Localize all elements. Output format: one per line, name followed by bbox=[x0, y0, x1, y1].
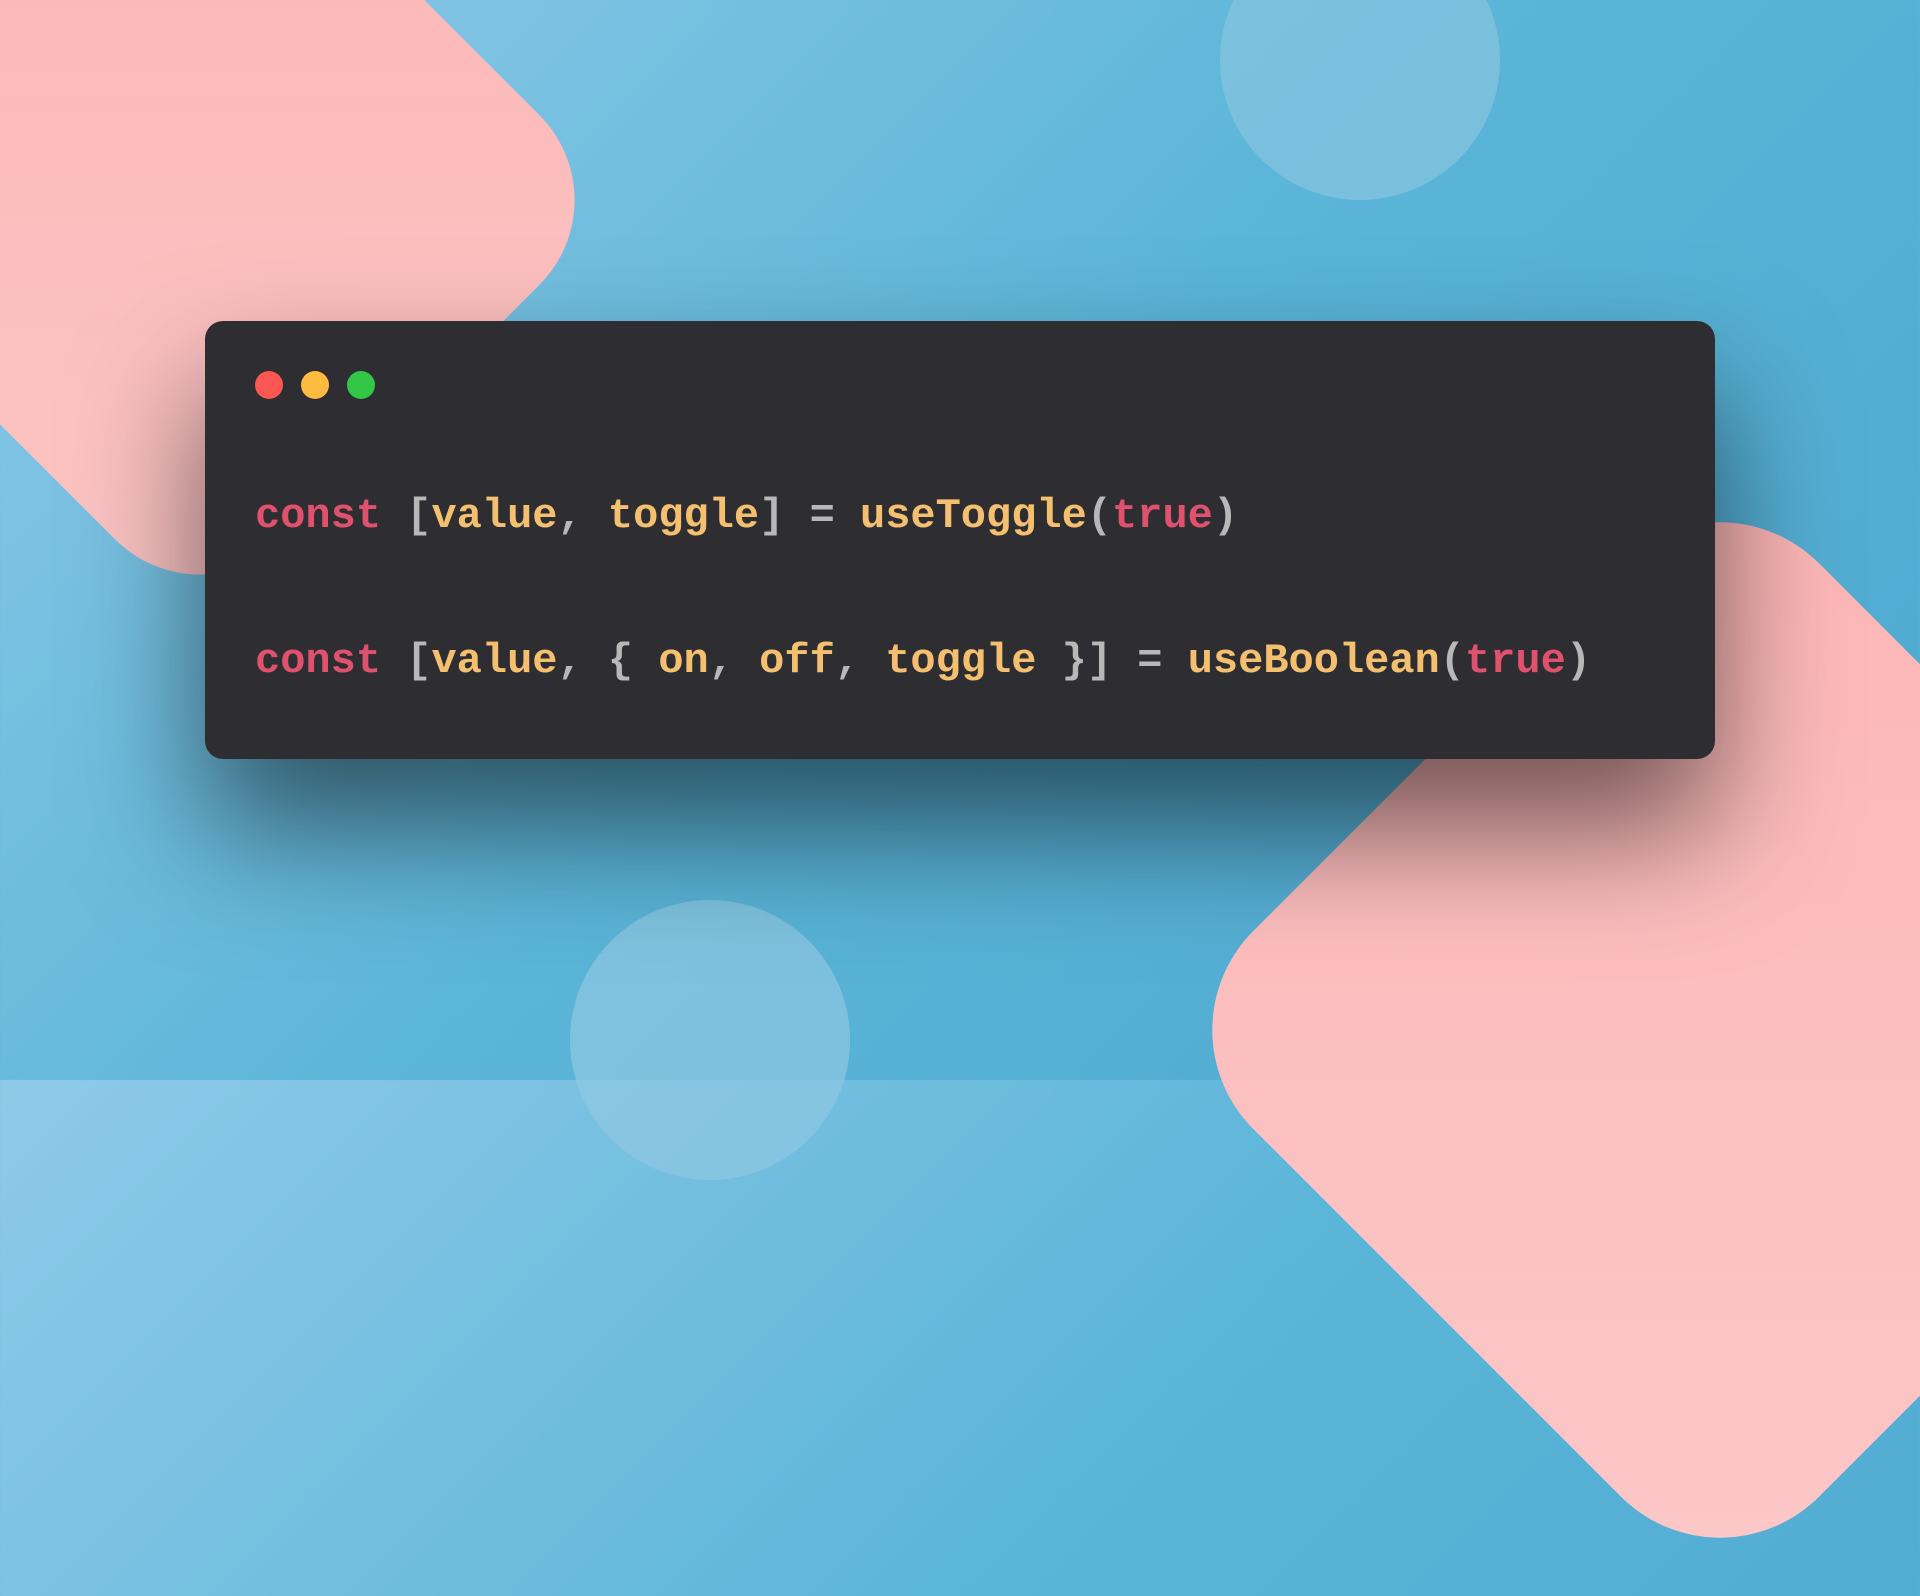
variable-toggle: toggle bbox=[608, 492, 759, 540]
paren-open: ( bbox=[1440, 637, 1465, 685]
comma: , bbox=[835, 637, 885, 685]
paren-close: ) bbox=[1213, 492, 1238, 540]
equals: = bbox=[784, 492, 860, 540]
code-line-2: const [value, { on, off, toggle }] = use… bbox=[255, 634, 1665, 689]
minimize-icon[interactable] bbox=[301, 371, 329, 399]
comma: , bbox=[709, 637, 759, 685]
comma: , bbox=[557, 492, 607, 540]
background-circle-top bbox=[1220, 0, 1500, 200]
equals: = bbox=[1112, 637, 1188, 685]
keyword-const: const bbox=[255, 637, 381, 685]
variable-off: off bbox=[759, 637, 835, 685]
variable-value: value bbox=[431, 637, 557, 685]
variable-toggle: toggle bbox=[885, 637, 1036, 685]
brace-close: } bbox=[1036, 637, 1086, 685]
function-useToggle: useToggle bbox=[860, 492, 1087, 540]
maximize-icon[interactable] bbox=[347, 371, 375, 399]
traffic-lights bbox=[255, 371, 1665, 399]
code-line-1: const [value, toggle] = useToggle(true) bbox=[255, 489, 1665, 544]
comma: , bbox=[557, 637, 607, 685]
code-window: const [value, toggle] = useToggle(true) … bbox=[205, 321, 1715, 758]
bracket-close: ] bbox=[759, 492, 784, 540]
paren-open: ( bbox=[1087, 492, 1112, 540]
boolean-true: true bbox=[1112, 492, 1213, 540]
bracket-open: [ bbox=[381, 492, 431, 540]
variable-value: value bbox=[431, 492, 557, 540]
brace-open: { bbox=[608, 637, 658, 685]
keyword-const: const bbox=[255, 492, 381, 540]
bracket-close: ] bbox=[1087, 637, 1112, 685]
background-circle-bottom bbox=[570, 900, 850, 1180]
variable-on: on bbox=[658, 637, 708, 685]
close-icon[interactable] bbox=[255, 371, 283, 399]
bracket-open: [ bbox=[381, 637, 431, 685]
boolean-true: true bbox=[1465, 637, 1566, 685]
function-useBoolean: useBoolean bbox=[1188, 637, 1440, 685]
paren-close: ) bbox=[1566, 637, 1591, 685]
